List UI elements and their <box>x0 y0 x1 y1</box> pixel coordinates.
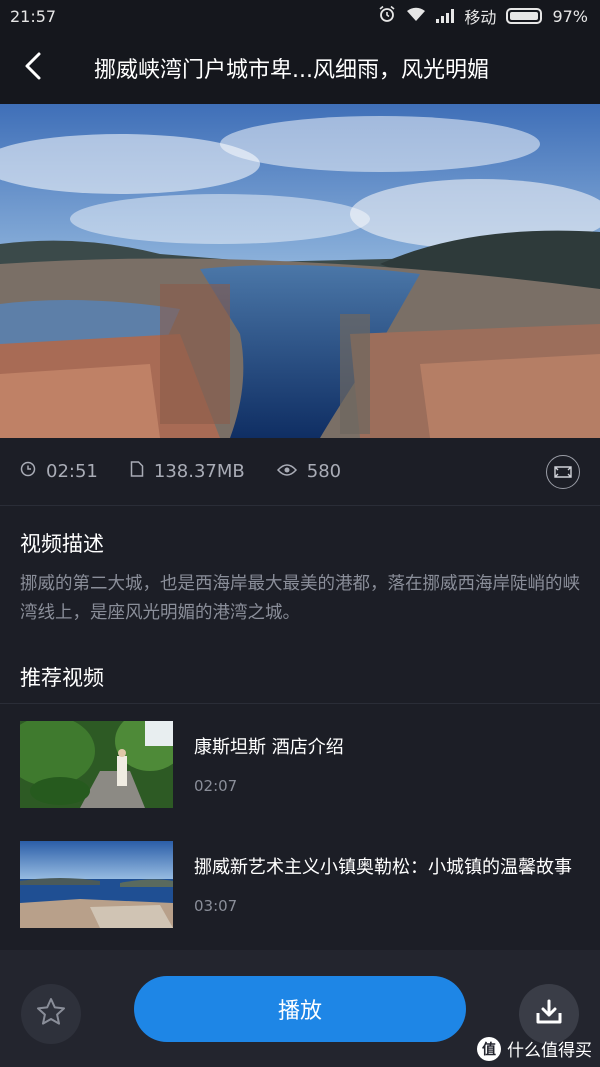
header: 挪威峡湾门户城市卑...风细雨，风光明媚 <box>0 32 600 104</box>
recommended-item[interactable]: 康斯坦斯 酒店介绍 02:07 <box>20 721 580 809</box>
download-icon <box>534 997 564 1031</box>
play-button[interactable]: 播放 <box>134 976 466 1042</box>
description-text: 挪威的第二大城，也是西海岸最大最美的港都，落在挪威西海岸陡峭的峡湾线上，是座风光… <box>20 574 580 623</box>
status-bar: 21:57 移动 97% <box>0 0 600 32</box>
back-arrow-icon <box>23 51 43 85</box>
star-icon <box>35 996 67 1032</box>
video-cover-image[interactable] <box>0 104 600 438</box>
file-icon <box>130 461 144 482</box>
watermark-text: 什么值得买 <box>507 1041 592 1061</box>
watermark-logo: 值 <box>477 1036 501 1061</box>
recommended-item[interactable]: 挪威新艺术主义小镇奥勒松：小城镇的温馨故事 03:07 <box>20 841 580 929</box>
recommended-title: 挪威新艺术主义小镇奥勒松：小城镇的温馨故事 <box>194 857 572 878</box>
description-heading: 视频描述 <box>20 532 104 556</box>
recommended-heading: 推荐视频 <box>20 666 104 690</box>
favorite-button[interactable] <box>21 984 81 1044</box>
fullscreen-button[interactable] <box>546 455 580 489</box>
video-meta-row: 02:51 138.37MB 580 <box>0 438 600 506</box>
wifi-icon <box>406 6 426 26</box>
status-time: 21:57 <box>10 6 57 26</box>
carrier-label: 移动 <box>464 8 497 27</box>
download-button[interactable] <box>519 984 579 1044</box>
watermark: 值 什么值得买 <box>477 1036 592 1061</box>
clock-icon <box>20 461 36 482</box>
views-meta: 580 <box>276 461 342 482</box>
views-value: 580 <box>306 461 342 482</box>
size-value: 138.37MB <box>153 461 245 482</box>
fullscreen-icon <box>554 462 572 483</box>
page-title: 挪威峡湾门户城市卑...风细雨，风光明媚 <box>94 58 489 83</box>
bottom-action-bar: 播放 值 什么值得买 <box>0 950 600 1067</box>
size-meta: 138.37MB <box>130 461 245 482</box>
back-button[interactable] <box>0 32 66 104</box>
recommended-thumbnail[interactable] <box>20 841 173 928</box>
status-icons: 移动 97% <box>378 4 588 28</box>
battery-percent: 97% <box>552 6 588 26</box>
recommended-duration: 02:07 <box>194 777 238 795</box>
recommended-thumbnail[interactable] <box>20 721 173 808</box>
duration-meta: 02:51 <box>20 461 98 482</box>
divider <box>0 703 600 704</box>
duration-value: 02:51 <box>46 461 98 482</box>
eye-icon <box>276 461 297 482</box>
recommended-title: 康斯坦斯 酒店介绍 <box>194 737 344 758</box>
signal-icon <box>436 9 455 23</box>
alarm-icon <box>378 5 396 27</box>
recommended-duration: 03:07 <box>194 897 238 915</box>
battery-icon <box>506 8 543 24</box>
